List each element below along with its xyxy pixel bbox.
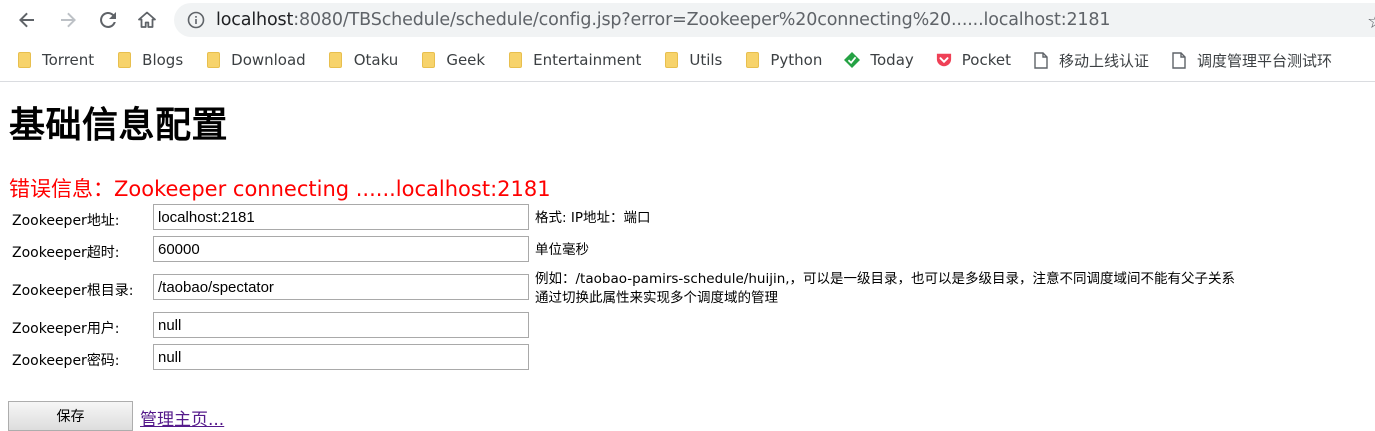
- bookmarks-bar: Torrent Blogs Download Otaku Geek Entert…: [0, 44, 1375, 76]
- zookeeper-address-hint: 格式: IP地址：端口: [535, 210, 651, 226]
- zookeeper-address-input[interactable]: [153, 204, 529, 230]
- address-bar[interactable]: localhost:8080/TBSchedule/schedule/confi…: [174, 3, 1375, 37]
- admin-home-link[interactable]: 管理主页...: [140, 405, 224, 430]
- url-text[interactable]: localhost:8080/TBSchedule/schedule/confi…: [216, 10, 1111, 30]
- error-message: 错误信息：Zookeeper connecting ......localhos…: [9, 177, 551, 201]
- zookeeper-timeout-hint: 单位毫秒: [535, 242, 589, 258]
- save-button[interactable]: 保存: [8, 401, 133, 431]
- bookmark-star-icon[interactable]: ☆: [1367, 9, 1375, 33]
- today-app-icon: [844, 52, 861, 68]
- pocket-icon: [936, 53, 951, 67]
- url-path: :8080/TBSchedule/schedule/config.jsp?err…: [293, 10, 1111, 30]
- zookeeper-root-hint-line1: 例如：/taobao-pamirs-schedule/huijin,，可以是一级…: [535, 271, 1236, 287]
- zookeeper-password-label: Zookeeper密码:: [12, 353, 120, 369]
- bookmark-download[interactable]: Download: [205, 51, 306, 69]
- bookmark-geek[interactable]: Geek: [420, 51, 485, 69]
- browser-toolbar: localhost:8080/TBSchedule/schedule/confi…: [0, 0, 1375, 40]
- zookeeper-timeout-input[interactable]: [153, 236, 529, 262]
- site-info-icon[interactable]: [186, 10, 206, 30]
- folder-icon: [664, 52, 678, 68]
- zookeeper-root-label: Zookeeper根目录:: [12, 283, 134, 299]
- folder-icon: [508, 52, 522, 68]
- home-icon: [138, 11, 156, 28]
- folder-icon: [206, 52, 220, 68]
- forward-arrow-icon: [61, 12, 76, 28]
- bookmark-entertainment[interactable]: Entertainment: [507, 51, 641, 69]
- zookeeper-password-input[interactable]: [153, 344, 529, 370]
- bookmark-schedule-test[interactable]: 调度管理平台测试环: [1171, 50, 1332, 71]
- page-icon: [1034, 51, 1048, 69]
- folder-icon: [421, 52, 435, 68]
- reload-button[interactable]: [95, 7, 121, 33]
- bookmark-label: Torrent: [42, 51, 95, 69]
- bookmark-blogs[interactable]: Blogs: [116, 51, 183, 69]
- home-button[interactable]: [134, 7, 160, 33]
- zookeeper-root-input[interactable]: [153, 274, 529, 300]
- folder-icon: [117, 52, 131, 68]
- back-arrow-icon: [19, 12, 34, 28]
- bookmark-pocket[interactable]: Pocket: [936, 51, 1011, 69]
- url-host: localhost: [216, 10, 294, 30]
- bookmark-torrent[interactable]: Torrent: [16, 51, 94, 69]
- bookmark-otaku[interactable]: Otaku: [328, 51, 399, 69]
- bookmark-utils[interactable]: Utils: [663, 51, 722, 69]
- bookmark-mobile-auth[interactable]: 移动上线认证: [1033, 50, 1149, 71]
- forward-button[interactable]: [55, 7, 81, 33]
- bookmark-label: Otaku: [353, 51, 399, 69]
- bookmark-label: Pocket: [961, 51, 1011, 69]
- bookmark-label: Python: [770, 51, 823, 69]
- back-button[interactable]: [14, 7, 40, 33]
- zookeeper-address-label: Zookeeper地址:: [12, 213, 120, 229]
- folder-icon: [17, 52, 31, 68]
- reload-icon: [100, 11, 116, 28]
- bookmark-python[interactable]: Python: [744, 51, 822, 69]
- chrome-divider: [0, 81, 1375, 82]
- bookmark-today[interactable]: Today: [844, 51, 914, 69]
- bookmark-label: 移动上线认证: [1058, 51, 1149, 70]
- bookmark-label: 调度管理平台测试环: [1196, 51, 1332, 70]
- zookeeper-user-input[interactable]: [153, 312, 529, 338]
- folder-icon: [745, 52, 759, 68]
- page-title: 基础信息配置: [9, 105, 229, 146]
- page-icon: [1172, 51, 1186, 69]
- bookmark-label: Geek: [446, 51, 486, 69]
- bookmark-label: Entertainment: [533, 51, 642, 69]
- zookeeper-user-label: Zookeeper用户:: [12, 321, 120, 337]
- folder-icon: [329, 52, 343, 68]
- bookmark-label: Utils: [689, 51, 723, 69]
- bookmark-label: Download: [231, 51, 306, 69]
- zookeeper-root-hint-line2: 通过切换此属性来实现多个调度域的管理: [535, 290, 778, 306]
- bookmark-label: Blogs: [142, 51, 184, 69]
- bookmark-label: Today: [870, 51, 914, 69]
- zookeeper-timeout-label: Zookeeper超时:: [12, 245, 120, 261]
